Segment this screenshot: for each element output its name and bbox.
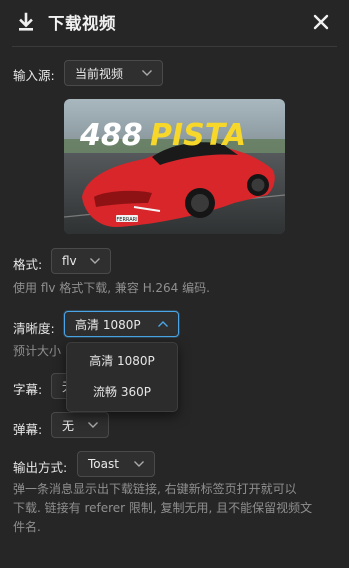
output-label: 输出方式: <box>13 460 68 475</box>
dialog-header: 下载视频 <box>0 0 349 46</box>
input-source-label: 输入源: <box>13 68 55 83</box>
close-icon[interactable] <box>312 13 330 31</box>
chevron-up-icon <box>158 321 168 327</box>
quality-size-hint: 预计大小 <box>13 344 62 358</box>
danmaku-label: 弹幕: <box>13 422 43 437</box>
danmaku-value: 无 <box>62 418 75 433</box>
chevron-down-icon <box>88 422 98 428</box>
format-select[interactable]: flv <box>51 248 111 274</box>
thumbnail-title-yellow: PISTA <box>150 118 246 153</box>
output-hint-line-3: 件名. <box>13 520 41 534</box>
thumbnail-image: FERRARI 488 PISTA <box>64 99 285 234</box>
output-value: Toast <box>88 457 119 471</box>
output-hint-line-1: 弹一条消息显示出下载链接, 右键新标签页打开就可以 <box>13 482 297 496</box>
input-source-select[interactable]: 当前视频 <box>64 60 163 86</box>
chevron-down-icon <box>134 461 144 467</box>
format-label: 格式: <box>13 257 43 272</box>
thumbnail-title-white: 488 <box>79 118 143 153</box>
dialog-title: 下载视频 <box>48 14 116 33</box>
license-plate: FERRARI <box>116 217 137 223</box>
output-select[interactable]: Toast <box>77 451 155 477</box>
video-thumbnail: FERRARI 488 PISTA <box>64 99 285 234</box>
header-divider <box>12 46 337 47</box>
output-hint-line-2: 下载. 链接有 referer 限制, 复制无用, 且不能保留视频文 <box>13 501 313 515</box>
quality-option-360p[interactable]: 流畅 360P <box>67 379 177 405</box>
format-hint: 使用 flv 格式下载, 兼容 H.264 编码. <box>13 281 210 295</box>
download-icon <box>19 12 33 31</box>
quality-label: 清晰度: <box>13 321 55 336</box>
subtitle-label: 字幕: <box>13 382 43 397</box>
input-source-value: 当前视频 <box>75 66 124 81</box>
chevron-down-icon <box>90 258 100 264</box>
quality-dropdown: 高清 1080P 流畅 360P <box>66 342 178 412</box>
format-value: flv <box>62 254 77 268</box>
quality-option-1080p[interactable]: 高清 1080P <box>67 348 177 374</box>
quality-value: 高清 1080P <box>75 317 141 332</box>
quality-select[interactable]: 高清 1080P <box>64 311 179 337</box>
danmaku-select[interactable]: 无 <box>51 412 109 438</box>
chevron-down-icon <box>142 70 152 76</box>
